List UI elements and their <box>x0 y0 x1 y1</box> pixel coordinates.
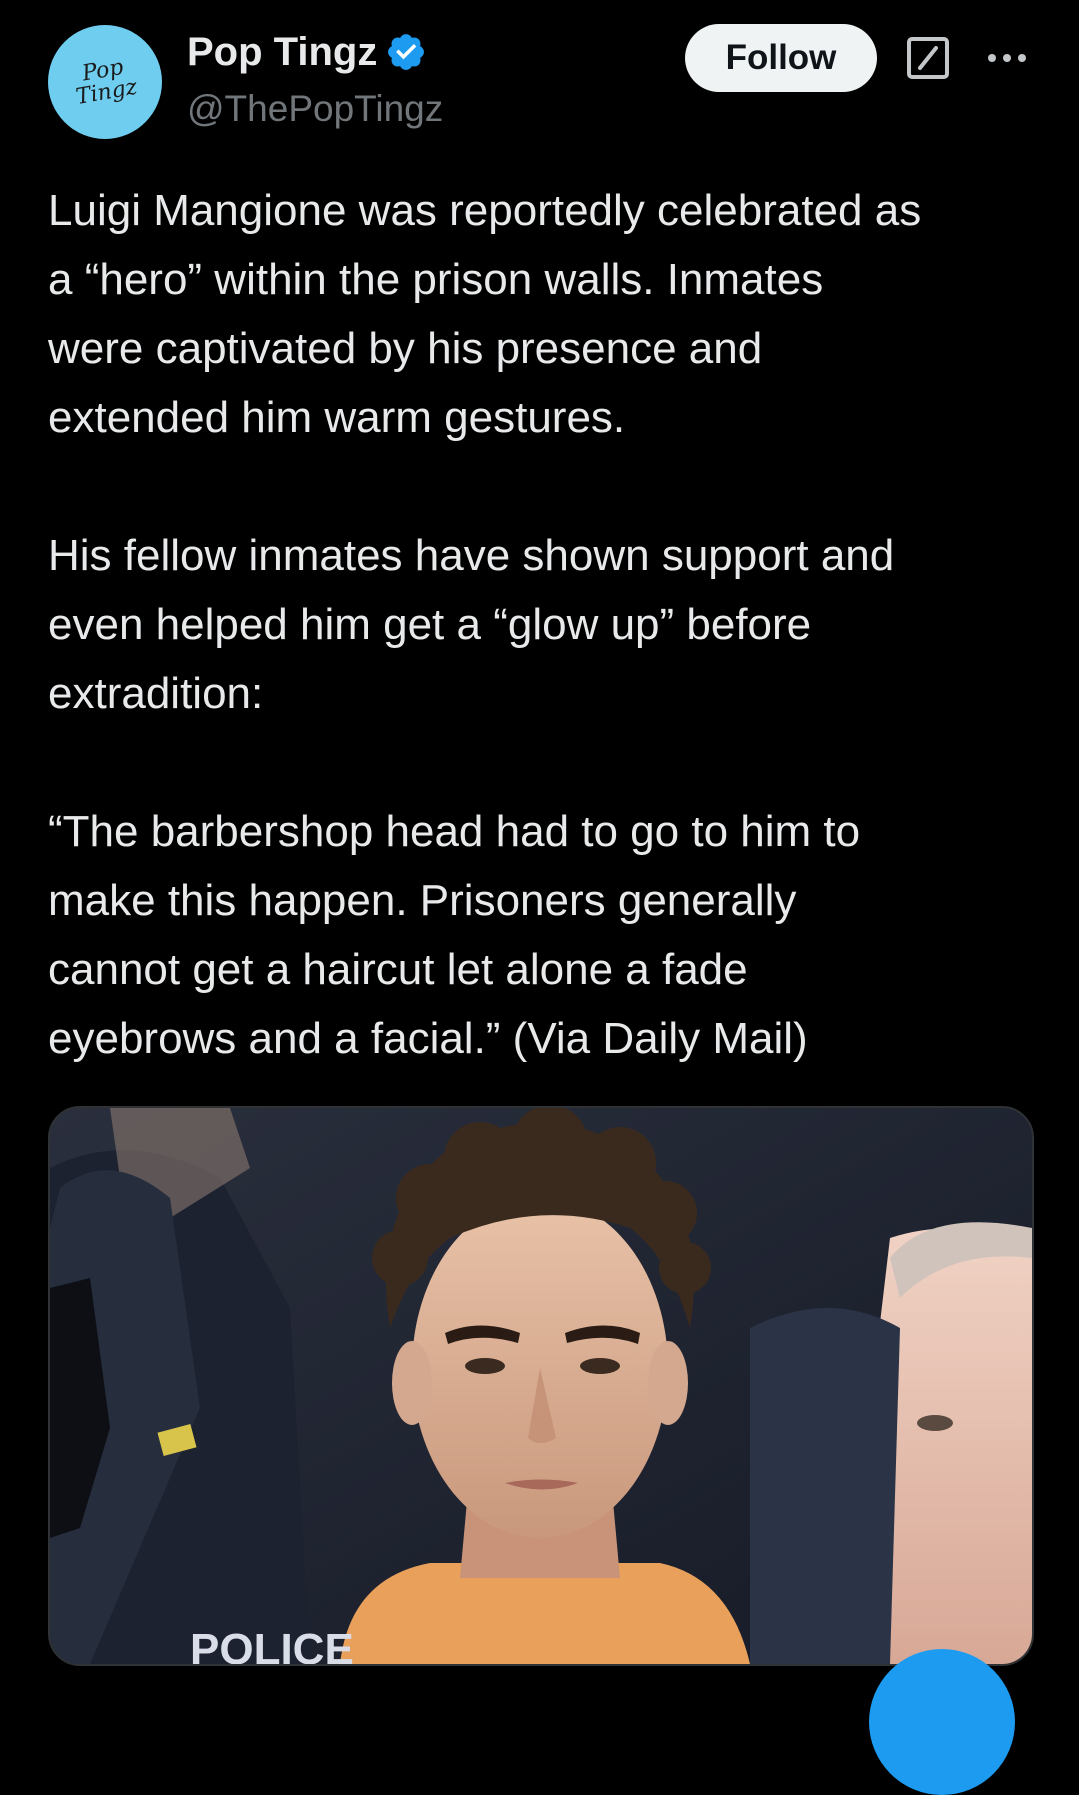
tweet-paragraph: “The barbershop head had to go to him to… <box>48 807 861 1063</box>
compose-post-button[interactable] <box>869 1649 1015 1795</box>
tweet-paragraph: His fellow inmates have shown support an… <box>48 531 895 718</box>
author-name-row: Pop Tingz <box>187 28 427 76</box>
police-vest-text: POLICE <box>190 1625 354 1664</box>
photo-illustration: POLICE <box>50 1108 1032 1664</box>
author-display-name[interactable]: Pop Tingz <box>187 28 377 76</box>
tweet-header: Pop Tingz Pop Tingz @ThePopTingz Follow <box>0 0 1079 150</box>
avatar-logo-text: Pop Tingz <box>74 54 140 110</box>
tweet-body: Luigi Mangione was reportedly celebrated… <box>48 176 1048 1073</box>
grok-slash-icon[interactable] <box>906 36 950 80</box>
avatar[interactable]: Pop Tingz <box>48 25 162 139</box>
tweet-paragraph: Luigi Mangione was reportedly celebrated… <box>48 186 922 442</box>
follow-button[interactable]: Follow <box>685 24 877 92</box>
verified-badge-icon <box>388 34 425 70</box>
author-handle[interactable]: @ThePopTingz <box>187 86 443 132</box>
more-dots-icon[interactable] <box>985 46 1029 70</box>
tweet-photo[interactable]: POLICE <box>48 1106 1034 1666</box>
